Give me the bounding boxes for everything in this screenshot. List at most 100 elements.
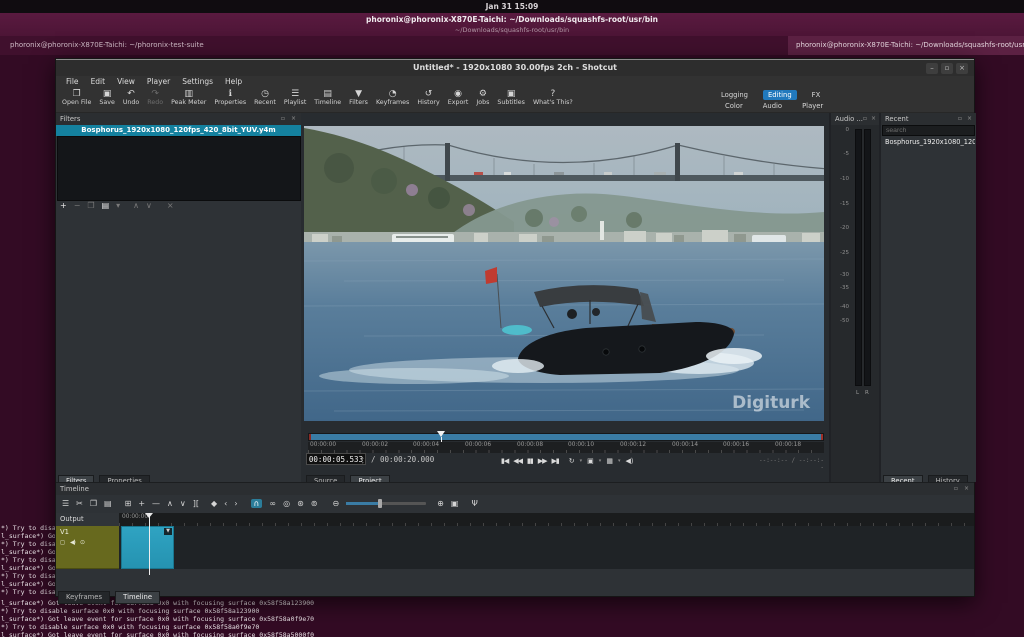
terminal-tab-left[interactable]: phoronix@phoronix-X870E-Taichi: ~/phoron…	[10, 36, 410, 55]
timeline-output-button[interactable]: Output	[56, 513, 119, 526]
keyframes-button[interactable]: ◔Keyframes	[372, 88, 413, 107]
close-icon[interactable]: ×	[291, 113, 296, 125]
layout-fx[interactable]: FX	[807, 90, 826, 100]
menu-settings[interactable]: Settings	[176, 76, 219, 88]
ripple-markers-icon[interactable]: ⊚	[311, 499, 318, 508]
splice-icon[interactable]: ⊞	[125, 499, 132, 508]
remove-filter-icon[interactable]: −	[74, 201, 81, 210]
tab-keyframes[interactable]: Keyframes	[58, 591, 110, 604]
zoom-out-icon[interactable]: ⊖	[332, 499, 339, 508]
subtitles-button[interactable]: ▣Subtitles	[493, 88, 529, 107]
menu-view[interactable]: View	[111, 76, 141, 88]
float-icon[interactable]: ▫	[954, 483, 958, 495]
paste-icon[interactable]: ▤	[104, 499, 112, 508]
properties-button[interactable]: ℹProperties	[210, 88, 250, 107]
timeline-menu-icon[interactable]: ☰	[62, 499, 69, 508]
timeline-zoom-slider[interactable]	[346, 502, 426, 505]
lock-track-icon[interactable]: ◻	[60, 539, 65, 546]
overwrite-icon[interactable]: ∨	[180, 499, 186, 508]
history-button[interactable]: ↺History	[413, 88, 443, 107]
in-point-marker[interactable]	[309, 434, 311, 440]
redo-button[interactable]: ↷Redo	[143, 88, 167, 107]
layout-audio[interactable]: Audio	[758, 101, 787, 111]
menu-file[interactable]: File	[60, 76, 85, 88]
track-head-v1[interactable]: V1 ◻ ◀⟩ ⊙	[56, 526, 119, 569]
snap-icon[interactable]: ∩	[251, 499, 263, 508]
float-icon[interactable]: ▫	[863, 113, 867, 125]
ripple-all-tracks-icon[interactable]: ⊛	[297, 499, 304, 508]
pause-button[interactable]: ▮▮	[527, 457, 533, 465]
peak-meter-button[interactable]: ▥Peak Meter	[167, 88, 210, 107]
deselect-filter-icon[interactable]: ×	[167, 201, 174, 210]
whats-this-button[interactable]: ?What's This?	[529, 88, 577, 107]
split-icon[interactable]: ][	[193, 499, 199, 508]
layout-logging[interactable]: Logging	[716, 90, 753, 100]
player-ruler[interactable]: 00:00:00 00:00:02 00:00:04 00:00:06 00:0…	[308, 442, 824, 453]
filter-list[interactable]	[57, 136, 301, 201]
timeline-ruler[interactable]: 00:00:00	[119, 513, 974, 526]
save-button[interactable]: ▣Save	[95, 88, 118, 107]
layout-color[interactable]: Color	[720, 101, 748, 111]
layout-editing[interactable]: Editing	[763, 90, 797, 100]
copy-icon[interactable]: ❐	[90, 499, 97, 508]
minimize-button[interactable]: –	[926, 63, 938, 74]
close-icon[interactable]: ×	[967, 113, 972, 125]
terminal-tab-right[interactable]: phoronix@phoronix-X870E-Taichi: ~/Downlo…	[788, 36, 1024, 55]
move-filter-down-icon[interactable]: ∨	[146, 201, 152, 210]
playlist-button[interactable]: ☰Playlist	[280, 88, 310, 107]
recent-file-item[interactable]: Bosphorus_1920x1080_120f...	[882, 137, 975, 148]
close-button[interactable]: ×	[956, 63, 968, 74]
player-scrubber[interactable]	[308, 433, 824, 441]
filters-clip-name[interactable]: Bosphorus_1920x1080_120fps_420_8bit_YUV.…	[56, 125, 301, 136]
grid-button[interactable]: ▦	[606, 457, 613, 465]
save-filter-set-icon[interactable]: ▾	[116, 201, 120, 210]
append-icon[interactable]: +	[138, 499, 145, 508]
undo-button[interactable]: ↶Undo	[119, 88, 143, 107]
jobs-button[interactable]: ⚙Jobs	[472, 88, 493, 107]
grid-dropdown-icon[interactable]: ▾	[618, 458, 621, 464]
lift-icon[interactable]: ∧	[167, 499, 173, 508]
timeline-track-area[interactable]	[119, 526, 974, 569]
search-input[interactable]	[882, 125, 975, 136]
window-titlebar[interactable]: Untitled* - 1920x1080 30.00fps 2ch - Sho…	[56, 59, 974, 76]
recent-button[interactable]: ◷Recent	[250, 88, 280, 107]
spin-down-icon[interactable]: ▾	[362, 460, 364, 465]
close-icon[interactable]: ×	[964, 483, 969, 495]
prev-marker-icon[interactable]: ‹	[224, 499, 227, 508]
out-point-marker[interactable]	[821, 434, 823, 440]
next-marker-icon[interactable]: ›	[234, 499, 237, 508]
float-icon[interactable]: ▫	[958, 113, 962, 125]
move-filter-up-icon[interactable]: ∧	[133, 201, 139, 210]
filters-button[interactable]: ▼Filters	[345, 88, 372, 107]
zoom-in-icon[interactable]: ⊕	[437, 499, 444, 508]
fast-forward-button[interactable]: ▶▶	[538, 457, 547, 465]
clock[interactable]: Jan 31 15:09	[486, 2, 539, 11]
mute-track-icon[interactable]: ◀⟩	[70, 539, 75, 546]
copy-filters-icon[interactable]: ❐	[87, 201, 94, 210]
paste-filters-icon[interactable]: ▤	[102, 201, 110, 210]
record-audio-icon[interactable]: Ψ	[471, 499, 477, 508]
menu-player[interactable]: Player	[141, 76, 176, 88]
menu-edit[interactable]: Edit	[85, 76, 112, 88]
skip-to-end-button[interactable]: ▶▮	[552, 457, 559, 465]
skip-to-start-button[interactable]: ▮◀	[501, 457, 508, 465]
zoom-fit-icon[interactable]: ▣	[451, 499, 459, 508]
tab-timeline[interactable]: Timeline	[115, 591, 160, 604]
maximize-button[interactable]: ▫	[941, 63, 953, 74]
volume-button[interactable]: ◀⟩	[625, 457, 633, 465]
timeline-clip[interactable]: ▼	[121, 526, 174, 569]
scrub-while-dragging-icon[interactable]: ∞	[269, 499, 276, 508]
timeline-button[interactable]: ▤Timeline	[310, 88, 345, 107]
loop-dropdown-icon[interactable]: ▾	[580, 458, 583, 464]
ripple-icon[interactable]: ◎	[283, 499, 290, 508]
menu-help[interactable]: Help	[219, 76, 248, 88]
loop-button[interactable]: ↻	[569, 457, 575, 465]
rewind-button[interactable]: ◀◀	[513, 457, 522, 465]
float-icon[interactable]: ▫	[281, 113, 285, 125]
hide-track-icon[interactable]: ⊙	[80, 539, 85, 546]
zoom-dropdown-icon[interactable]: ▾	[599, 458, 602, 464]
current-time-field[interactable]: 00:00:05.533 ▴ ▾	[306, 453, 366, 465]
add-filter-icon[interactable]: +	[60, 201, 67, 210]
ripple-delete-icon[interactable]: —	[152, 499, 160, 508]
zoom-fit-button[interactable]: ▣	[587, 457, 594, 465]
